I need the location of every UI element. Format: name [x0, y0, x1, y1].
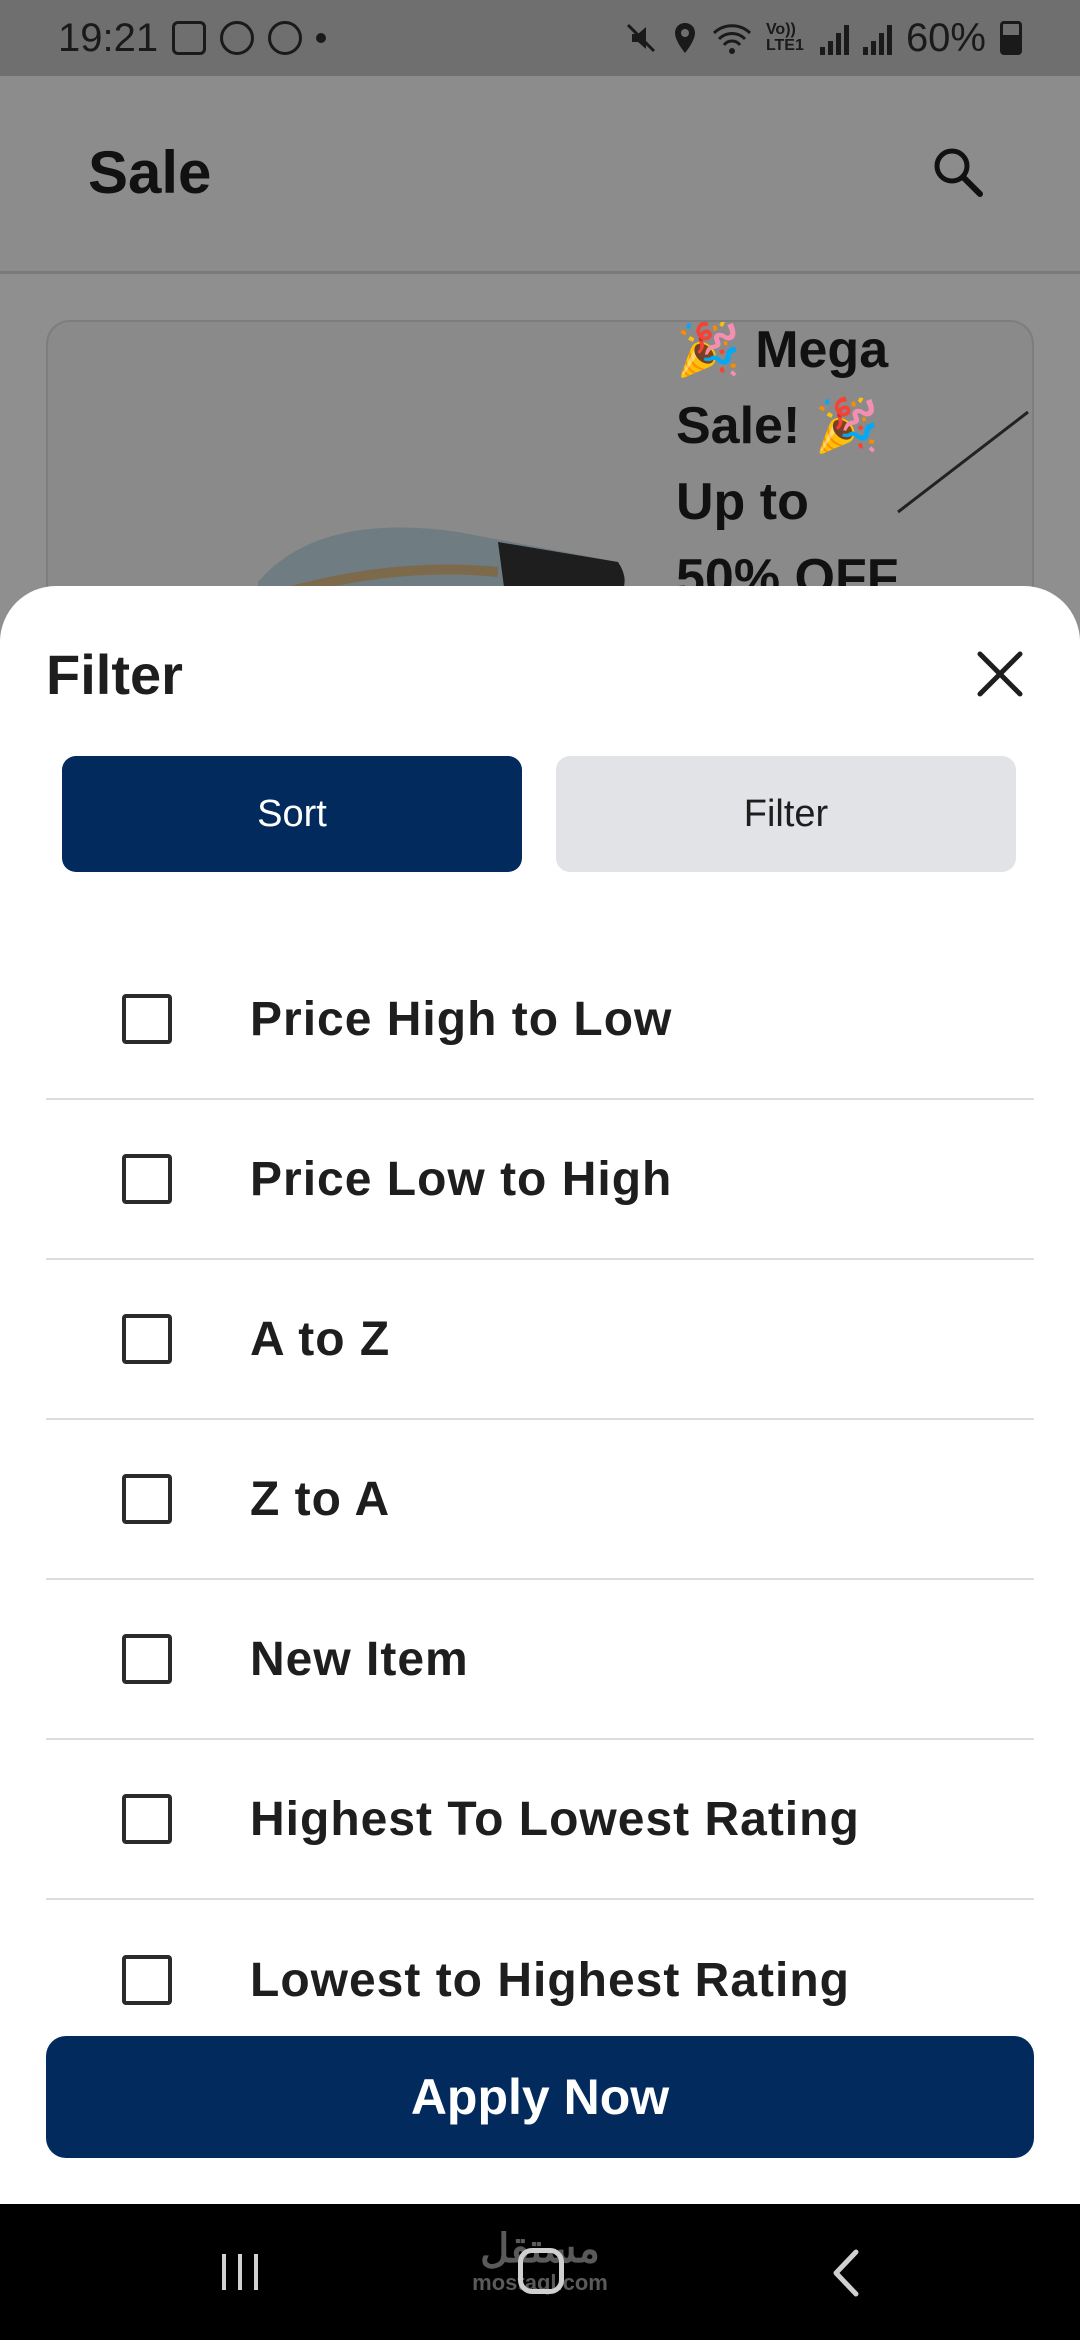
- page-title: Sale: [88, 139, 212, 206]
- close-icon[interactable]: [972, 646, 1028, 702]
- sort-option-label: Highest To Lowest Rating: [250, 1792, 860, 1846]
- mute-icon: [626, 23, 655, 53]
- banner-decor-line: [897, 410, 1029, 514]
- signal-1-icon: [819, 21, 849, 55]
- sort-option-z-to-a[interactable]: Z to A: [46, 1420, 1034, 1580]
- wifi-icon: [712, 24, 751, 54]
- gallery-notification-icon: [172, 21, 207, 55]
- sort-option-label: Z to A: [250, 1472, 391, 1526]
- status-left: 19:21: [58, 15, 327, 61]
- sort-option-label: Lowest to Highest Rating: [250, 1953, 850, 2007]
- sheet-title: Filter: [46, 643, 183, 706]
- sort-option-price-high-low[interactable]: Price High to Low: [46, 940, 1034, 1100]
- recent-apps-icon[interactable]: [218, 2252, 262, 2292]
- back-icon[interactable]: [826, 2248, 866, 2298]
- tab-filter[interactable]: Filter: [556, 756, 1016, 872]
- sort-option-new-item[interactable]: New Item: [46, 1580, 1034, 1740]
- signal-2-icon: [862, 21, 892, 55]
- battery-icon: [1000, 21, 1022, 55]
- location-icon: [674, 23, 695, 53]
- sort-options-list: Price High to Low Price Low to High A to…: [46, 940, 1034, 2060]
- checkbox[interactable]: [122, 1314, 172, 1364]
- checkbox[interactable]: [122, 1634, 172, 1684]
- sort-option-label: Price Low to High: [250, 1152, 673, 1206]
- checkbox[interactable]: [122, 994, 172, 1044]
- more-notifications-icon: [316, 33, 327, 43]
- sort-option-label: Price High to Low: [250, 992, 673, 1046]
- app-notification-icon: [268, 21, 303, 55]
- sort-option-a-to-z[interactable]: A to Z: [46, 1260, 1034, 1420]
- filter-bottom-sheet: Filter Sort Filter Price High to Low Pri…: [0, 586, 1080, 2204]
- sort-option-rating-high-low[interactable]: Highest To Lowest Rating: [46, 1740, 1034, 1900]
- sort-option-label: A to Z: [250, 1312, 391, 1366]
- checkbox[interactable]: [122, 1154, 172, 1204]
- apply-now-button[interactable]: Apply Now: [46, 2036, 1034, 2158]
- sort-option-price-low-high[interactable]: Price Low to High: [46, 1100, 1034, 1260]
- home-icon[interactable]: [518, 2248, 564, 2294]
- search-icon[interactable]: [928, 142, 988, 202]
- app-header: Sale: [0, 76, 1080, 274]
- system-nav-bar: مستقل mostaql.com: [0, 2204, 1080, 2340]
- checkbox[interactable]: [122, 1794, 172, 1844]
- missed-call-icon: [220, 21, 255, 55]
- network-type-label: Vo)) LTE1: [765, 21, 804, 54]
- checkbox[interactable]: [122, 1474, 172, 1524]
- checkbox[interactable]: [122, 1955, 172, 2005]
- sort-option-label: New Item: [250, 1632, 469, 1686]
- banner-headline: 🎉 Mega Sale! 🎉 Up to 50% OFF: [676, 321, 899, 607]
- status-time: 19:21: [58, 15, 159, 60]
- status-bar: 19:21 Vo)) LTE1 60%: [0, 0, 1080, 76]
- tab-sort[interactable]: Sort: [62, 756, 522, 872]
- battery-percent: 60%: [905, 15, 986, 60]
- status-right: Vo)) LTE1 60%: [624, 16, 1022, 61]
